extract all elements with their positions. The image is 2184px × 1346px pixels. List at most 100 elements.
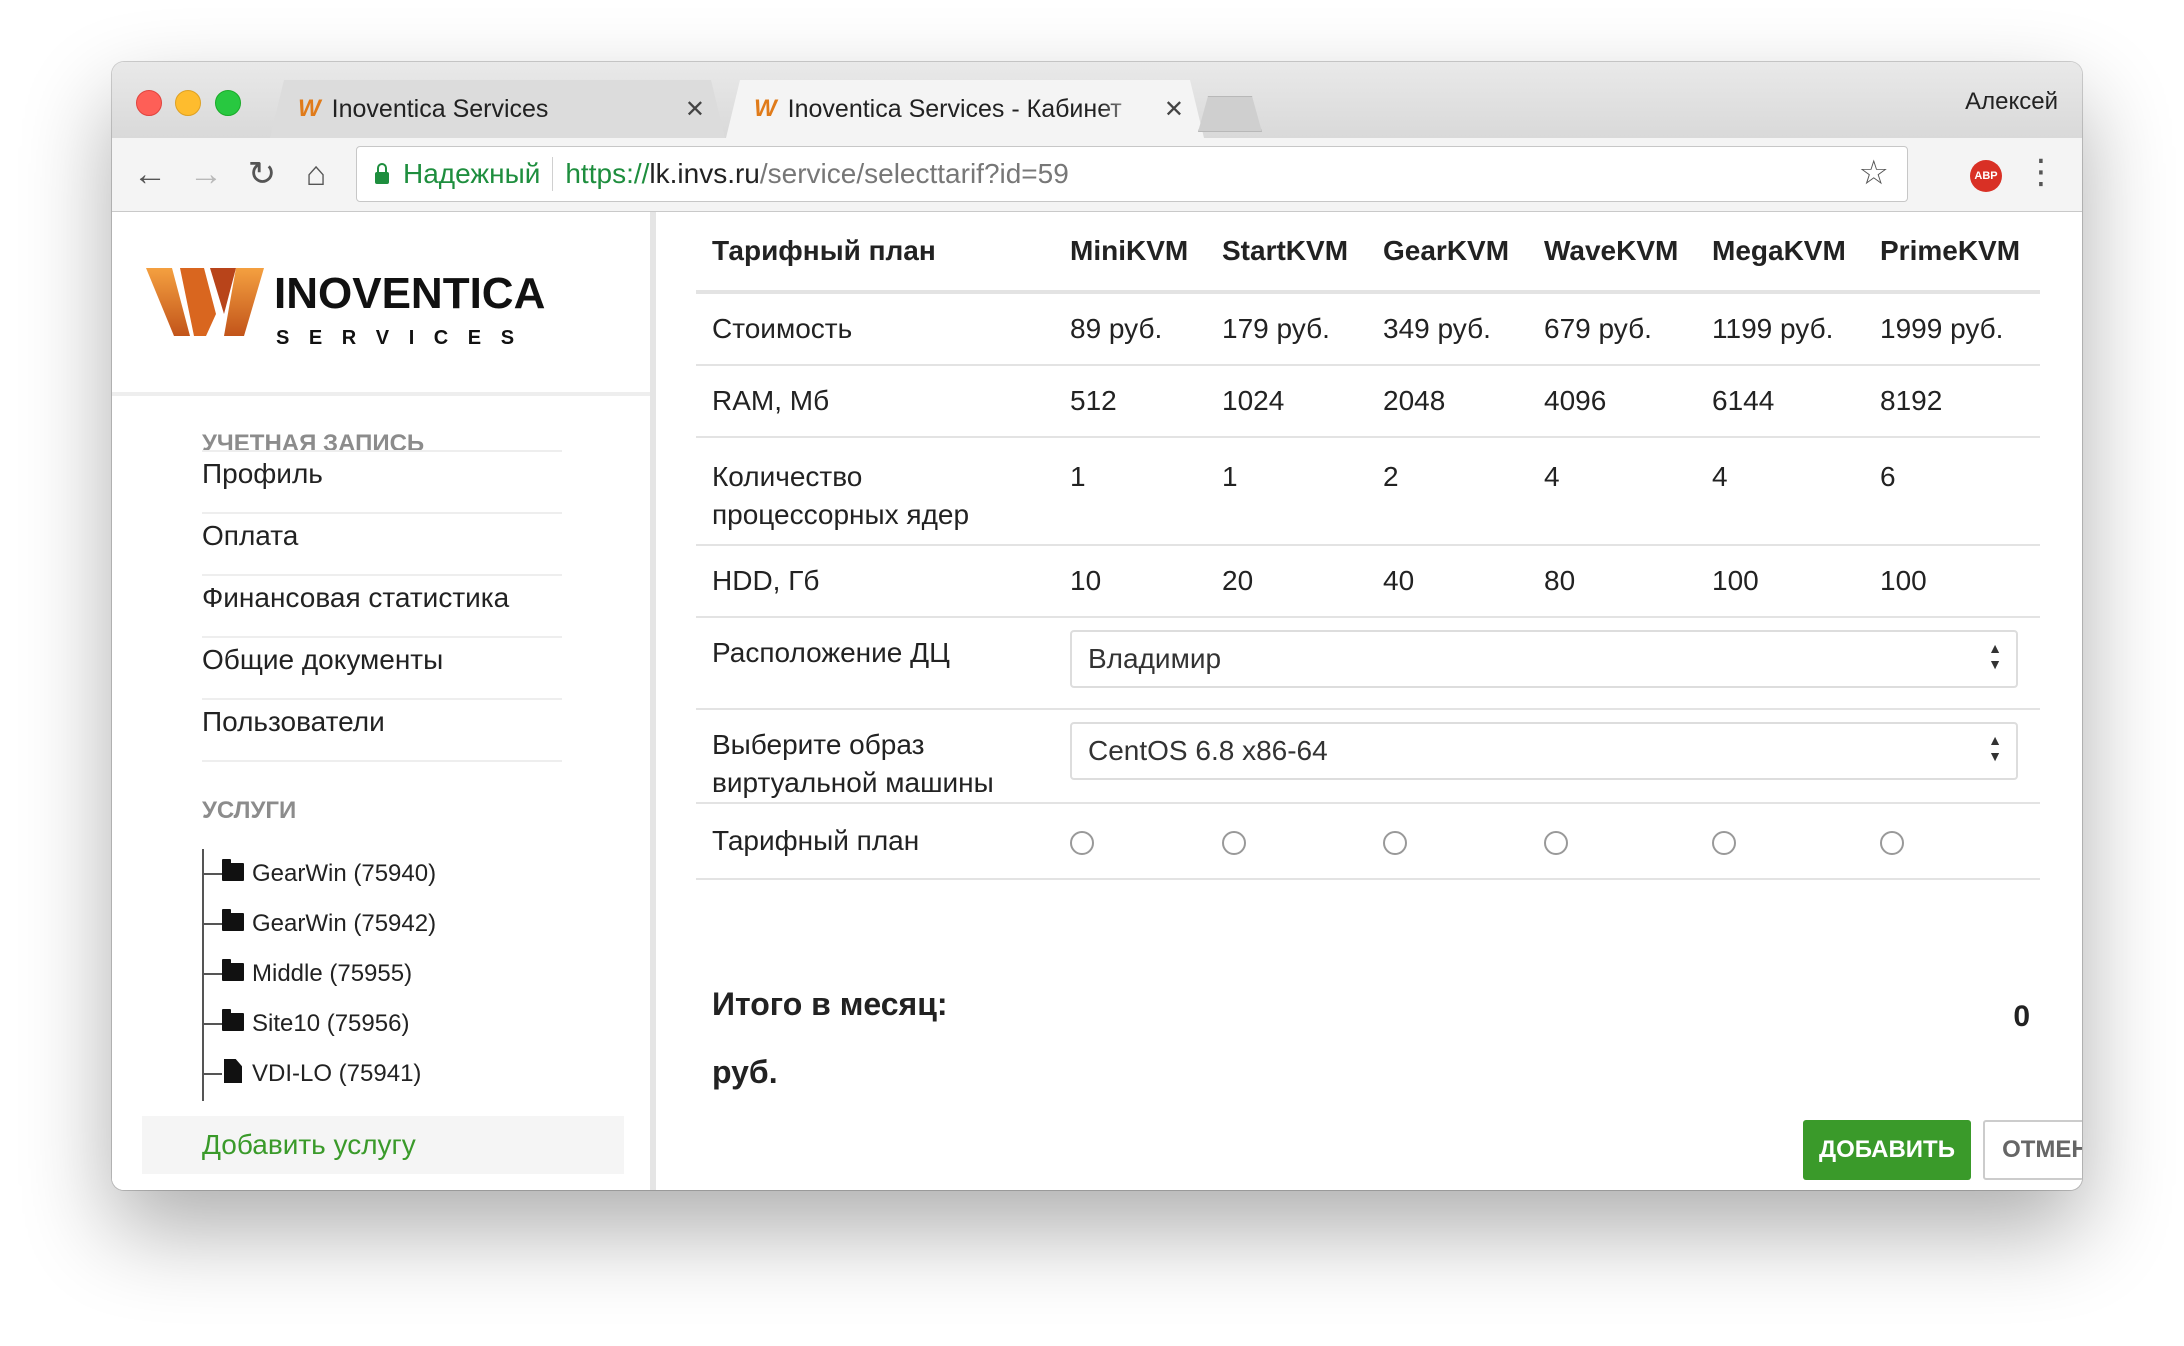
plan-radio-megakvm[interactable] — [1712, 830, 1736, 855]
minimize-window-button[interactable] — [175, 90, 201, 116]
row-label-line: Выберите образ — [712, 729, 925, 760]
table-cell: 6 — [1880, 437, 2040, 546]
table-cell: Владимир ▲ ▼ — [1070, 617, 2040, 710]
adblock-plus-icon[interactable]: ABP — [1970, 160, 2002, 192]
service-item[interactable]: VDI-LO (75941) — [202, 1049, 602, 1099]
column-header: GearKVM — [1383, 212, 1544, 294]
table-cell: 2 — [1383, 437, 1544, 546]
datacenter-select[interactable]: Владимир ▲ ▼ — [1070, 630, 2018, 688]
service-item[interactable]: GearWin (75942) — [202, 899, 602, 949]
monthly-total-value: 0 — [2013, 1000, 2030, 1033]
select-arrows-icon: ▲ ▼ — [1988, 640, 2002, 672]
table-cell: 4 — [1712, 437, 1880, 546]
address-bar[interactable]: Надежный https:// lk.invs.ru /service/se… — [356, 146, 1908, 202]
table-cell — [1712, 803, 1880, 880]
plan-radio-minikvm[interactable] — [1070, 830, 1094, 855]
vm-image-select[interactable]: CentOS 6.8 x86-64 ▲ ▼ — [1070, 722, 2018, 780]
nav-item-payment[interactable]: Оплата — [202, 514, 562, 576]
lock-icon — [375, 163, 389, 184]
table-cell: 40 — [1383, 545, 1544, 618]
table-cell — [1544, 803, 1712, 880]
column-header: PrimeKVM — [1880, 212, 2040, 294]
profile-name[interactable]: Алексей — [1965, 88, 2058, 116]
table-row: HDD, Гб 10 20 40 80 100 100 — [696, 545, 2040, 618]
plan-radio-primekvm[interactable] — [1880, 830, 1904, 855]
add-service-link[interactable]: Добавить услугу — [142, 1116, 624, 1174]
tree-branch — [202, 923, 222, 925]
vm-image-selected-value: CentOS 6.8 x86-64 — [1088, 735, 1328, 766]
tariff-table: Тарифный план MiniKVM StartKVM GearKVM W… — [696, 212, 2040, 880]
plan-radio-gearkvm[interactable] — [1383, 830, 1407, 855]
table-cell: 100 — [1880, 545, 2040, 618]
url-path: /service/selecttarif?id=59 — [759, 158, 1069, 189]
reload-icon[interactable]: ↻ — [240, 152, 284, 196]
url-host: lk.invs.ru — [649, 158, 760, 189]
table-cell: 89 руб. — [1070, 292, 1222, 366]
service-item[interactable]: Middle (75955) — [202, 949, 602, 999]
new-tab-button[interactable] — [1198, 96, 1262, 132]
close-tab-icon[interactable]: ✕ — [1164, 95, 1184, 124]
column-header: WaveKVM — [1544, 212, 1712, 294]
table-cell: 20 — [1222, 545, 1383, 618]
table-row: Тарифный план — [696, 803, 2040, 880]
inoventica-logo[interactable]: INOVENTICA S E R V I C E S — [146, 262, 626, 352]
url-scheme: https:// — [565, 158, 650, 189]
table-header-row: Тарифный план MiniKVM StartKVM GearKVM W… — [696, 212, 2040, 294]
browser-window: W Inoventica Services ✕ W Inoventica Ser… — [112, 62, 2082, 1190]
tree-branch — [202, 1023, 222, 1025]
table-cell: 1999 руб. — [1880, 292, 2040, 366]
table-cell: CentOS 6.8 x86-64 ▲ ▼ — [1070, 709, 2040, 804]
table-cell: 512 — [1070, 365, 1222, 438]
table-cell: 10 — [1070, 545, 1222, 618]
row-label: Количество процессорных ядер — [696, 437, 1070, 546]
service-label: GearWin (75940) — [252, 860, 437, 887]
nav-item-financial-stats[interactable]: Финансовая статистика — [202, 576, 562, 638]
service-label: Middle (75955) — [252, 960, 413, 987]
plan-radio-startkvm[interactable] — [1222, 830, 1246, 855]
tree-branch — [202, 1073, 222, 1075]
secure-label: Надежный — [403, 158, 541, 189]
maximize-window-button[interactable] — [215, 90, 241, 116]
table-cell — [1880, 803, 2040, 880]
row-label-line: Количество — [712, 461, 863, 492]
nav-item-users[interactable]: Пользователи — [202, 700, 562, 762]
home-icon[interactable]: ⌂ — [294, 152, 338, 196]
table-row: Количество процессорных ядер 1 1 2 4 4 6 — [696, 437, 2040, 546]
tab-inoventica-services[interactable]: W Inoventica Services ✕ — [270, 80, 725, 138]
close-tab-icon[interactable]: ✕ — [685, 95, 705, 124]
tab-inoventica-cabinet[interactable]: W Inoventica Services - Кабинет ✕ — [726, 80, 1204, 138]
row-label: Выберите образ виртуальной машины — [696, 709, 1070, 804]
folder-icon — [222, 909, 244, 931]
table-cell: 349 руб. — [1383, 292, 1544, 366]
close-window-button[interactable] — [136, 90, 162, 116]
table-row: Стоимость 89 руб. 179 руб. 349 руб. 679 … — [696, 292, 2040, 366]
table-row: Выберите образ виртуальной машины CentOS… — [696, 709, 2040, 804]
table-cell: 1 — [1222, 437, 1383, 546]
service-item[interactable]: Site10 (75956) — [202, 999, 602, 1049]
plan-radio-wavekvm[interactable] — [1544, 830, 1568, 855]
back-arrow-icon[interactable]: ← — [128, 152, 172, 196]
folder-icon — [222, 959, 244, 981]
nav-item-documents[interactable]: Общие документы — [202, 638, 562, 700]
sidebar: INOVENTICA S E R V I C E S УЧЕТНАЯ ЗАПИС… — [112, 212, 656, 1190]
cancel-button[interactable]: ОТМЕНИТЬ — [1983, 1120, 2082, 1180]
table-cell — [1070, 803, 1222, 880]
browser-menu-icon[interactable]: ⋮ — [2024, 150, 2058, 194]
add-button[interactable]: ДОБАВИТЬ — [1803, 1120, 1971, 1180]
service-label: GearWin (75942) — [252, 910, 437, 937]
table-row: RAM, Мб 512 1024 2048 4096 6144 8192 — [696, 365, 2040, 438]
column-header: MegaKVM — [1712, 212, 1880, 294]
total-label-line: руб. — [712, 1054, 778, 1090]
tab-title: Inoventica Services — [331, 94, 549, 123]
row-label: HDD, Гб — [696, 545, 1070, 618]
bookmark-star-icon[interactable]: ☆ — [1859, 153, 1889, 193]
file-icon — [224, 1059, 242, 1083]
table-cell — [1222, 803, 1383, 880]
nav-item-profile[interactable]: Профиль — [202, 450, 562, 514]
service-item[interactable]: GearWin (75940) — [202, 849, 602, 899]
forward-arrow-icon[interactable]: → — [184, 152, 228, 196]
table-cell: 6144 — [1712, 365, 1880, 438]
monthly-total-label: Итого в месяц: руб. — [712, 970, 948, 1106]
divider — [552, 157, 554, 191]
folder-icon — [222, 1009, 244, 1031]
